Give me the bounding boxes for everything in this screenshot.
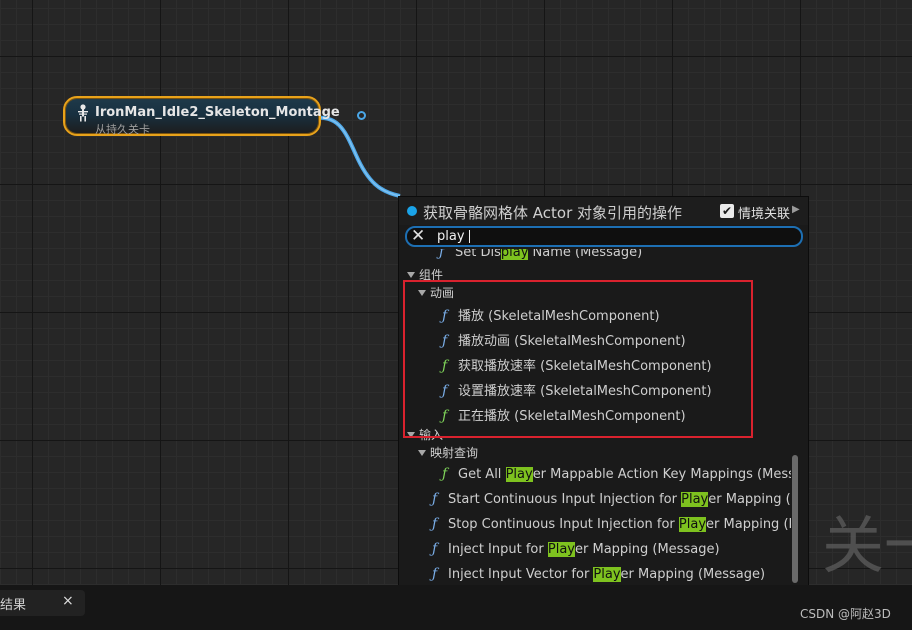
action-menu: 获取骨骼网格体 Actor 对象引用的操作 ✔ 情境关联 ▶ ✕ ƒSet Di… xyxy=(398,196,809,604)
action-item-stop-continuous-input-injection[interactable]: ƒ Stop Continuous Input Injection for Pla… xyxy=(432,516,791,538)
action-item-start-continuous-input-injection[interactable]: ƒ Start Continuous Input Injection for Pl… xyxy=(432,491,791,513)
pure-function-icon: ƒ xyxy=(442,408,448,424)
function-icon: ƒ xyxy=(442,333,448,349)
results-tab[interactable]: 结果 × xyxy=(0,590,85,616)
category-animation[interactable]: 动画 xyxy=(418,284,454,302)
action-list: ƒ Set Display Name (Message) 组件 动画 ƒ 播放 (S… xyxy=(399,249,791,603)
function-icon: ƒ xyxy=(432,566,438,582)
category-components[interactable]: 组件 xyxy=(407,266,443,284)
collapse-arrow-icon xyxy=(407,432,415,438)
function-icon: ƒ xyxy=(442,383,448,399)
action-menu-header: 获取骨骼网格体 Actor 对象引用的操作 ✔ 情境关联 ▶ xyxy=(399,197,808,225)
action-item-is-playing[interactable]: ƒ 正在播放 (SkeletalMeshComponent) xyxy=(442,405,686,427)
montage-node[interactable]: IronMan_Idle2_Skeleton_Montage 从持久关卡 xyxy=(63,96,366,136)
expand-arrow-icon[interactable]: ▶ xyxy=(792,204,800,215)
output-pin[interactable] xyxy=(357,111,366,120)
action-menu-title: 获取骨骼网格体 Actor 对象引用的操作 xyxy=(423,204,683,222)
collapse-arrow-icon xyxy=(418,290,426,296)
function-icon: ƒ xyxy=(442,308,448,324)
search-input[interactable] xyxy=(437,228,777,245)
action-item-get-all-player-mappable-keys[interactable]: ƒ Get All Player Mappable Action Key Mapp… xyxy=(442,466,791,488)
function-icon: ƒ xyxy=(432,541,438,557)
action-item-get-play-rate[interactable]: ƒ 获取播放速率 (SkeletalMeshComponent) xyxy=(442,355,712,377)
search-box[interactable]: ✕ xyxy=(405,226,803,247)
close-icon[interactable]: × xyxy=(62,593,74,609)
object-pin-icon xyxy=(407,206,417,216)
action-item-set-display-name[interactable]: ƒ Set Display Name (Message) xyxy=(439,249,642,266)
collapse-arrow-icon xyxy=(418,450,426,456)
text-caret xyxy=(469,230,470,243)
bottom-panel xyxy=(0,585,912,630)
function-icon: ƒ xyxy=(439,249,445,260)
collapse-arrow-icon xyxy=(407,272,415,278)
node-subtitle: 从持久关卡 xyxy=(95,123,150,136)
results-tab-label: 结果 xyxy=(0,598,27,613)
clear-search-icon[interactable]: ✕ xyxy=(411,226,425,246)
action-item-inject-input[interactable]: ƒ Inject Input for Player Mapping (Messag… xyxy=(432,541,720,563)
action-list-scrollbar[interactable] xyxy=(792,455,798,583)
pure-function-icon: ƒ xyxy=(442,358,448,374)
pure-function-icon: ƒ xyxy=(442,466,448,482)
action-item-set-play-rate[interactable]: ƒ 设置播放速率 (SkeletalMeshComponent) xyxy=(442,380,712,402)
category-mapping-queries[interactable]: 映射查询 xyxy=(418,444,478,462)
function-icon: ƒ xyxy=(432,516,438,532)
action-item-play-animation[interactable]: ƒ 播放动画 (SkeletalMeshComponent) xyxy=(442,330,686,352)
skeleton-icon xyxy=(76,104,90,126)
action-item-play[interactable]: ƒ 播放 (SkeletalMeshComponent) xyxy=(442,305,660,327)
context-sensitive-checkbox[interactable]: ✔ xyxy=(720,204,734,218)
function-icon: ƒ xyxy=(432,491,438,507)
context-sensitive-label: 情境关联 xyxy=(738,207,791,222)
csdn-watermark: CSDN @阿赵3D xyxy=(800,607,891,621)
node-title: IronMan_Idle2_Skeleton_Montage xyxy=(95,105,340,120)
category-input[interactable]: 输入 xyxy=(407,426,443,444)
